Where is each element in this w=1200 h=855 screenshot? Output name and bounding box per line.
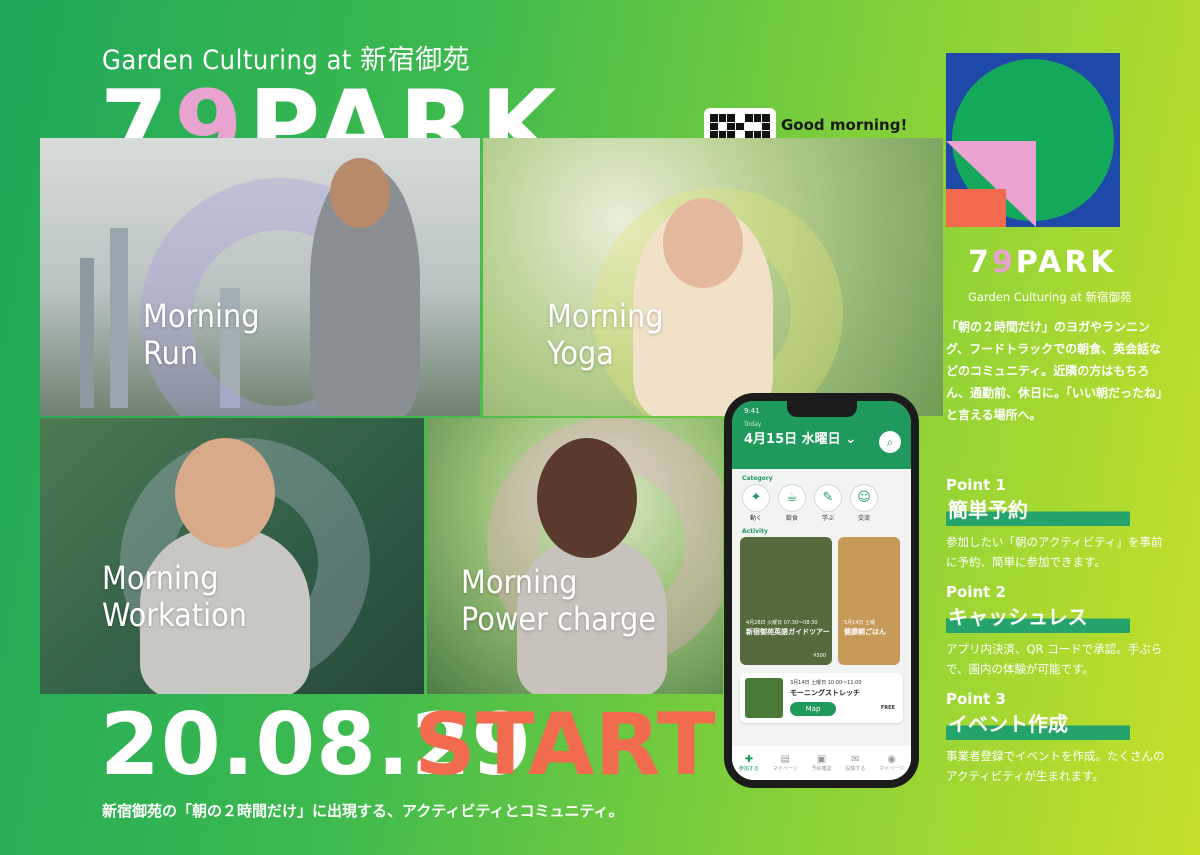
app-screen: 9:41 Today 4月15日 水曜日 ⌄ ⌕ Category ✦ 動く ☕ 飲… [732, 401, 911, 780]
tagline: 新宿御苑の「朝の２時間だけ」に出現する、アクティビティとコミュニティ。 [102, 802, 624, 820]
category-learn[interactable]: ✎ 学ぶ [814, 484, 842, 522]
brand-digit-9: 9 [991, 245, 1016, 280]
tile-morning-yoga[interactable]: Morning Yoga [483, 138, 943, 416]
point-1-title: Point 1 [946, 476, 1006, 494]
today-label: Today [744, 421, 762, 428]
point-1-text: 参加したい「朝のアクティビティ」を事前に予約、簡単に参加できます。 [946, 535, 1163, 569]
tile-yoga-label-1: Morning [547, 297, 664, 335]
point-1: Point 1 簡単予約 参加したい「朝のアクティビティ」を事前に予約、簡単に参… [946, 476, 1166, 572]
point-2-text: アプリ内決済、QR コードで承認。手ぶらで、園内の体験が可能です。 [946, 642, 1163, 676]
tab-post[interactable]: ✉ 投稿する [845, 754, 865, 772]
tile-power-label-2: Power charge [461, 599, 657, 638]
running-icon: ✦ [742, 484, 770, 512]
brand-subtitle: Garden Culturing at 新宿御苑 [968, 290, 1132, 304]
point-2-head: キャッシュレス [946, 601, 1130, 633]
tile-morning-power-charge[interactable]: Morning Power charge [427, 418, 723, 694]
tile-morning-workation[interactable]: Morning Workation [40, 418, 424, 694]
point-1-head: 簡単予約 [946, 494, 1130, 526]
tile-morning-run[interactable]: Morning Run [40, 138, 480, 416]
point-3-title: Point 3 [946, 690, 1006, 708]
tab-bar: ✚ 参加する ▤ マイページ ▣ 予約確認 ✉ 投稿する ◉ マイページ [732, 746, 911, 780]
app-header: 9:41 Today 4月15日 水曜日 ⌄ ⌕ [732, 401, 911, 469]
activity-card-tour[interactable]: 4月28日 火曜日 07:30〜08:30 新宿御苑英語ガイドツアー ¥500 [740, 537, 832, 665]
social-icon: ☺ [850, 484, 878, 512]
learn-icon: ✎ [814, 484, 842, 512]
category-social[interactable]: ☺ 交流 [850, 484, 878, 522]
food-icon: ☕ [778, 484, 806, 512]
search-icon[interactable]: ⌕ [879, 431, 901, 453]
tab-reservation[interactable]: ▣ 予約確認 [811, 754, 831, 772]
brand-name: 79PARK [968, 245, 1117, 280]
activity-label: Activity [742, 528, 768, 535]
activity-card-breakfast[interactable]: 5月14日 土曜 健康朝ごはん [838, 537, 900, 665]
join-icon: ✚ [744, 754, 754, 765]
tile-run-label-1: Morning [143, 297, 260, 335]
phone-mockup: 9:41 Today 4月15日 水曜日 ⌄ ⌕ Category ✦ 動く ☕ 飲… [724, 393, 919, 788]
tile-run-label-2: Run [143, 333, 199, 372]
tab-join[interactable]: ✚ 参加する [739, 754, 759, 772]
point-3-text: 事業者登録でイベントを作成。たくさんのアクティビティが生まれます。 [946, 749, 1165, 783]
tab-mypage[interactable]: ▤ マイページ [773, 754, 798, 772]
category-food[interactable]: ☕ 飲食 [778, 484, 806, 522]
profile-icon: ◉ [887, 754, 896, 765]
tile-power-label-1: Morning [461, 563, 578, 601]
tile-yoga-label-2: Yoga [547, 333, 614, 372]
point-3-head: イベント作成 [946, 708, 1130, 740]
start-word: START [414, 695, 716, 795]
tab-profile[interactable]: ◉ マイページ [879, 754, 904, 772]
point-2: Point 2 キャッシュレス アプリ内決済、QR コードで承認。手ぶらで、園内… [946, 583, 1166, 679]
post-icon: ✉ [851, 754, 860, 765]
brand-mark-logo [946, 53, 1120, 227]
map-button[interactable]: Map [790, 702, 836, 716]
category-label: Category [742, 475, 773, 482]
activity-cards: 4月28日 火曜日 07:30〜08:30 新宿御苑英語ガイドツアー ¥500 … [732, 537, 911, 665]
point-3: Point 3 イベント作成 事業者登録でイベントを作成。たくさんのアクティビテ… [946, 690, 1166, 786]
date-selector[interactable]: 4月15日 水曜日 ⌄ [744, 428, 899, 447]
calendar-icon: ▤ [780, 754, 790, 765]
brand-description: 「朝の２時間だけ」のヨガやランニング、フードトラックでの朝食、英会話などのコミュ… [946, 320, 1163, 422]
greeting-text: Good morning! [781, 116, 908, 134]
category-list: ✦ 動く ☕ 飲食 ✎ 学ぶ ☺ 交流 [732, 484, 911, 522]
category-move[interactable]: ✦ 動く [742, 484, 770, 522]
event-thumbnail [745, 678, 783, 718]
brand-park: PARK [1015, 245, 1117, 280]
tile-workation-label-2: Workation [102, 595, 247, 634]
ticket-icon: ▣ [816, 754, 827, 765]
event-item[interactable]: 3月14日 土曜日 10:00〜11:00 モーニングストレッチ Map FRE… [740, 673, 903, 723]
point-2-title: Point 2 [946, 583, 1006, 601]
tile-workation-label-1: Morning [102, 559, 219, 597]
brand-digit-7: 7 [968, 245, 992, 280]
